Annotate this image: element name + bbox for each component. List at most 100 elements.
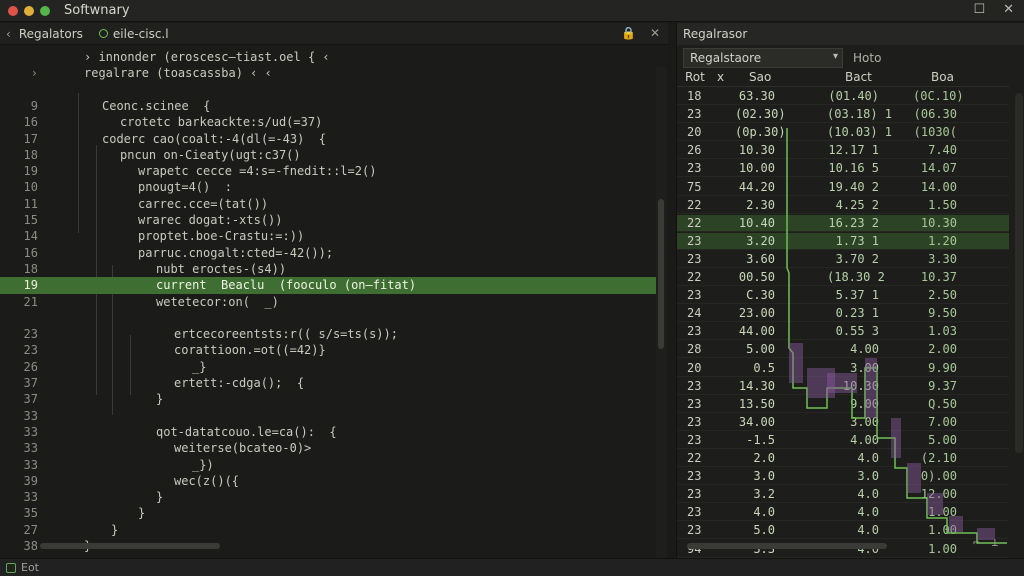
table-row[interactable]: 22 00.50 (18.30 2 10.37: [677, 269, 1009, 286]
table-row[interactable]: 20 (0p.30) (10.03) 1 (1030(: [677, 124, 1009, 142]
table-cell: 1.20: [928, 233, 957, 248]
table-row[interactable]: 22 2.0 4.0 (2.10: [677, 450, 1009, 467]
resize-icon[interactable]: ⌐: [973, 536, 980, 549]
code-line[interactable]: › innonder (eroscesc—tiast.oel { ‹: [0, 49, 656, 66]
line-number: 11: [23, 196, 38, 211]
table-row[interactable]: 18 63.30 (01.40) (0C.10): [677, 88, 1009, 105]
editor-vertical-scrollbar[interactable]: [658, 199, 664, 349]
code-line[interactable]: 27}: [0, 522, 656, 539]
code-line[interactable]: 37 ertett:-cdga(); {: [0, 375, 656, 392]
maximize-window-button[interactable]: [40, 5, 50, 16]
code-text: }: [156, 490, 164, 505]
table-row[interactable]: 20 0.5 3.00 9.90: [677, 360, 1009, 377]
table-row[interactable]: 23 44.00 0.55 3 1.03: [677, 323, 1009, 341]
code-line[interactable]: 10 pnougt=4() :: [0, 179, 656, 196]
code-line[interactable]: › regalrare (toascassba) ‹ ‹: [0, 65, 656, 82]
line-number: 9: [30, 98, 38, 113]
code-line[interactable]: [0, 310, 656, 327]
line-number: 10: [23, 180, 38, 195]
line-number: 33: [23, 424, 38, 439]
minimize-window-button[interactable]: [24, 5, 34, 16]
close-icon[interactable]: ✕: [1003, 2, 1014, 17]
table-cell: 00.50: [738, 270, 775, 284]
code-line[interactable]: 33 weiterse(bcateo-0)>: [0, 440, 656, 457]
table-row[interactable]: 23 3.2 4.0 12.00: [677, 486, 1009, 504]
lock-icon[interactable]: 🔒: [621, 26, 636, 40]
column-header[interactable]: Sao: [749, 70, 771, 84]
column-header[interactable]: Boa: [931, 70, 954, 84]
editor-horizontal-scrollbar[interactable]: [40, 543, 220, 549]
table-cell: 4.00: [850, 432, 879, 447]
table-row[interactable]: 23 10.00 10.16 5 14.07: [677, 160, 1009, 178]
table-cell: 9.90: [928, 360, 957, 375]
table-cell: 23: [687, 107, 702, 122]
code-line[interactable]: 23 corattioon.=ot((=42)}: [0, 342, 656, 359]
code-line[interactable]: 21 wetetecor:on( _): [0, 294, 656, 311]
code-line[interactable]: 39 wec(z()({: [0, 473, 656, 490]
line-number: 33: [23, 408, 38, 423]
register-select[interactable]: Regalstaore ▾: [683, 48, 843, 68]
table-row[interactable]: 23 C.30 5.37 1 2.50: [677, 287, 1009, 305]
code-line[interactable]: 19 wrapetc cecce =4:s=-fnedit::l=2(): [0, 163, 656, 180]
code-line[interactable]: 9 Ceonc.scinee {: [0, 98, 656, 115]
table-row[interactable]: 23 3.60 3.70 2 3.30: [677, 251, 1009, 268]
table-row[interactable]: 26 10.30 12.17 1 7.40: [677, 142, 1009, 160]
code-line[interactable]: 18 nubt eroctes-(s4)): [0, 261, 656, 278]
table-cell: 0.23 1: [835, 306, 879, 321]
column-header[interactable]: x: [717, 70, 724, 84]
select-value: Regalstaore: [690, 51, 762, 65]
code-line[interactable]: 33}: [0, 489, 656, 506]
table-cell: 0.55 3: [835, 324, 879, 339]
code-line[interactable]: 19 current Beaclu (fooculo (on—fitat): [0, 277, 656, 295]
table-row[interactable]: 23 4.0 4.0 1.00: [677, 504, 1009, 522]
code-line[interactable]: 17 coderc cao(coalt:-4(dl(=-43) {: [0, 131, 656, 148]
code-line[interactable]: 35}: [0, 505, 656, 522]
close-window-button[interactable]: [8, 5, 18, 16]
table-row[interactable]: 23 14.30 10.30 9.37: [677, 378, 1009, 395]
column-header[interactable]: Rot: [685, 70, 705, 84]
table-cell: 22: [687, 215, 702, 230]
table-cell: 12.17 1: [828, 143, 879, 158]
code-line[interactable]: 33: [0, 408, 656, 425]
table-row[interactable]: 23 -1.5 4.00 5.00: [677, 432, 1009, 449]
table-cell: 3.70 2: [835, 251, 879, 266]
code-line[interactable]: 16 parruc.cnogalt:cted=-42());: [0, 245, 656, 262]
code-line[interactable]: 37}: [0, 391, 656, 408]
table-row[interactable]: 22 2.30 4.25 2 1.50: [677, 197, 1009, 214]
table-row[interactable]: 75 44.20 19.40 2 14.00: [677, 179, 1009, 196]
code-line[interactable]: 16 crotetc barkeackte:s/ud(=37): [0, 114, 656, 131]
code-line[interactable]: 23 ertcecoreentsts:r(( s/s=ts(s));: [0, 326, 656, 343]
pin-icon[interactable]: ⊥: [992, 536, 999, 549]
table-row[interactable]: 23 (02.30) (03.18) 1 (06.30: [677, 106, 1009, 124]
code-line[interactable]: 15 wrarec dogat:-xts()): [0, 212, 656, 229]
code-line[interactable]: [0, 82, 656, 99]
column-header[interactable]: Bact: [845, 70, 872, 84]
table-row[interactable]: 23 3.20 1.73 1 1.20: [677, 232, 1009, 250]
code-line[interactable]: 18 pncun on-Cieaty(ugt:c37(): [0, 147, 656, 164]
table-cell: 23: [687, 396, 702, 411]
code-line[interactable]: 11 carrec.cce=(tat()): [0, 196, 656, 213]
editor-body[interactable]: › innonder (eroscesc—tiast.oel { ‹ › regal…: [0, 45, 668, 567]
table-row[interactable]: 24 23.00 0.23 1 9.50: [677, 305, 1009, 323]
tab-regalators[interactable]: Regalators: [11, 23, 91, 45]
table-row[interactable]: 23 13.50 9.00 Q.50: [677, 396, 1009, 413]
panel-horizontal-scrollbar[interactable]: [687, 543, 887, 549]
code-line[interactable]: 33 qot-datatcouo.le=ca(): {: [0, 424, 656, 441]
table-row[interactable]: 23 34.00 3.00 7.00: [677, 414, 1009, 431]
table-cell: 1.00: [928, 541, 957, 556]
table-cell: 23.00: [738, 306, 775, 321]
code-line[interactable]: 26 _}: [0, 359, 656, 376]
table-row[interactable]: 23 5.0 4.0 1.00: [677, 522, 1009, 540]
line-number: 35: [23, 506, 38, 521]
code-text: ertett:-cdga(); {: [174, 376, 305, 390]
table-row[interactable]: 23 3.0 3.0 0).00: [677, 468, 1009, 486]
close-tab-icon[interactable]: ✕: [650, 26, 660, 40]
code-line[interactable]: 14 proptet.boe-Crastu:=:)): [0, 228, 656, 245]
code-text: crotetc barkeackte:s/ud(=37): [120, 115, 323, 130]
code-line[interactable]: 33 _}): [0, 457, 656, 474]
tab-eile[interactable]: eile-cisc.l: [91, 23, 177, 45]
restore-icon[interactable]: ☐: [973, 2, 985, 17]
panel-vertical-scrollbar[interactable]: [1015, 93, 1023, 453]
table-row[interactable]: 28 5.00 4.00 2.00: [677, 341, 1009, 359]
table-row[interactable]: 22 10.40 16.23 2 10.30: [677, 214, 1009, 232]
